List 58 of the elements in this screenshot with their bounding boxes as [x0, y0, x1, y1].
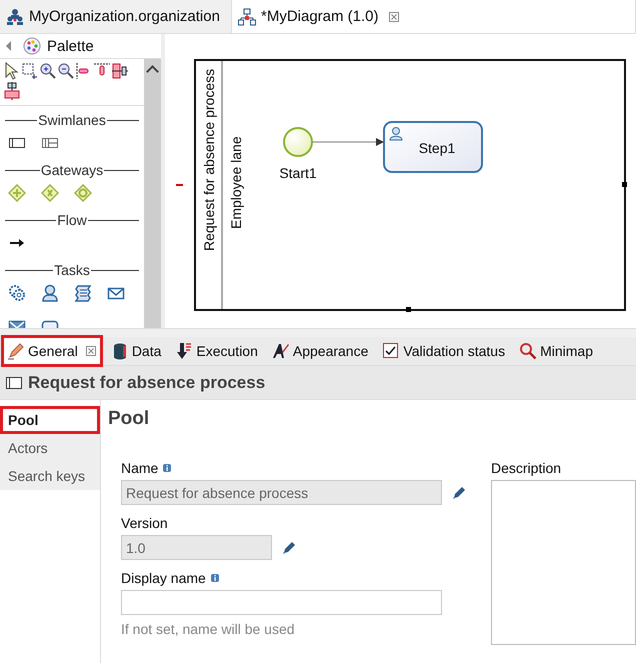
people-icon — [6, 8, 24, 26]
property-tab[interactable]: Validation status — [376, 335, 512, 367]
splitter[interactable] — [0, 328, 636, 337]
field-label: Version — [121, 515, 168, 531]
search-icon — [519, 342, 538, 360]
scrollbar[interactable] — [144, 59, 161, 328]
hierarchy-icon — [238, 8, 256, 26]
section-heading: Flow — [57, 212, 87, 228]
property-tab[interactable]: Appearance — [266, 335, 374, 367]
zoom-in-icon[interactable] — [39, 62, 57, 80]
side-tab[interactable]: Pool — [0, 406, 100, 434]
down-arrow-icon — [175, 342, 194, 360]
editor-tab[interactable]: *MyDiagram (1.0) — [232, 0, 636, 33]
pointer-icon[interactable] — [3, 62, 21, 80]
palette-icon — [23, 37, 41, 55]
side-tab[interactable]: Search keys — [0, 462, 100, 490]
start-event[interactable] — [283, 127, 313, 157]
field-label: Name — [121, 460, 158, 476]
scroll-icon[interactable] — [74, 284, 92, 302]
resize-handle[interactable] — [406, 307, 411, 312]
lane-label: Employee lane — [228, 136, 244, 229]
property-tab[interactable]: General — [1, 335, 103, 367]
sequence-flow[interactable] — [312, 138, 384, 146]
input-field[interactable] — [121, 590, 442, 615]
property-tab[interactable]: Data — [104, 335, 168, 367]
hint-text: If not set, name will be used — [121, 621, 296, 637]
section-heading: Gateways — [40, 162, 104, 178]
section-title: Pool — [108, 408, 150, 430]
checkbox-icon — [382, 342, 400, 360]
close-icon[interactable] — [84, 345, 97, 357]
close-icon[interactable] — [388, 10, 400, 22]
collapse-icon[interactable] — [6, 41, 11, 51]
pencil-icon — [7, 342, 25, 360]
task-label: Step1 — [418, 140, 456, 156]
description-field[interactable] — [491, 480, 636, 645]
properties-title: Request for absence process — [28, 372, 266, 392]
field-label: Description — [491, 460, 562, 476]
align-middle-icon[interactable] — [3, 82, 21, 100]
property-tab[interactable]: Execution — [169, 335, 264, 367]
marquee-icon[interactable] — [21, 62, 39, 80]
person-icon[interactable] — [41, 284, 59, 302]
property-tab[interactable]: Minimap — [513, 335, 599, 367]
section-heading: Swimlanes — [38, 112, 106, 128]
pool-icon — [6, 376, 22, 388]
human-task[interactable] — [383, 121, 483, 173]
palette-title: Palette — [47, 38, 94, 54]
align-center-icon[interactable] — [111, 62, 129, 80]
resize-handle[interactable] — [622, 182, 627, 187]
pool-shape[interactable] — [194, 59, 626, 311]
side-tab[interactable]: Actors — [0, 434, 100, 462]
pool-label: Request for absence process — [201, 68, 217, 251]
font-style-icon — [272, 342, 290, 360]
field-label: Display name — [121, 570, 206, 586]
event-label: Start1 — [279, 165, 317, 181]
zoom-out-icon[interactable] — [57, 62, 75, 80]
section-heading: Tasks — [54, 262, 90, 278]
gears-icon[interactable] — [8, 284, 26, 302]
marker-icon — [176, 184, 183, 186]
